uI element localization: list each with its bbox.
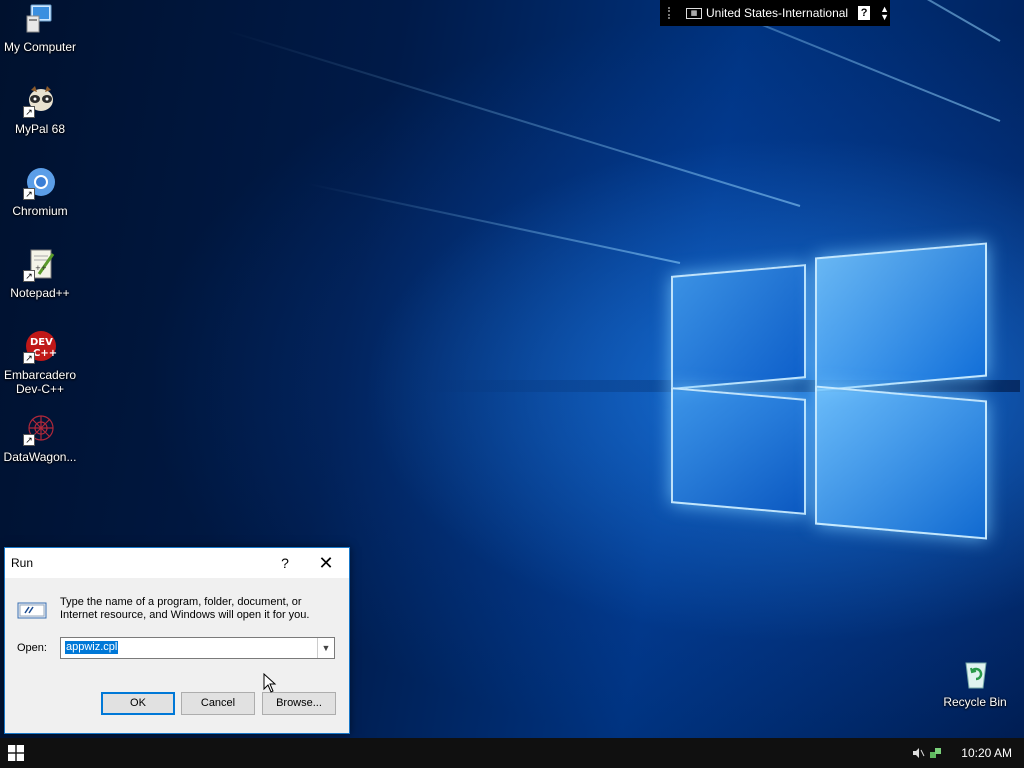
shortcut-arrow-icon: ↗ — [23, 434, 35, 446]
open-input-value[interactable]: appwiz.cpl — [65, 641, 119, 654]
shortcut-arrow-icon: ↗ — [23, 106, 35, 118]
light-beam — [225, 29, 801, 207]
dev-cpp-icon: DEV C++ ↗ — [23, 330, 57, 364]
desktop-icon-notepad-plus-plus[interactable]: ++ ↗ Notepad++ — [0, 248, 80, 300]
svg-text:DEV: DEV — [30, 337, 53, 348]
language-bar-options-icon[interactable]: ▲ ▼ — [880, 5, 889, 22]
desktop-icon-my-computer[interactable]: My Computer — [0, 2, 80, 54]
cancel-button[interactable]: Cancel — [181, 692, 255, 715]
desktop-icon-label: DataWagon... — [3, 450, 77, 464]
logo-pane-top-right — [815, 242, 987, 392]
run-icon — [17, 600, 49, 620]
run-dialog: Run ? ✕ Type the name of a program, fold… — [4, 547, 350, 734]
desktop-icon-label: Notepad++ — [10, 286, 70, 300]
help-icon[interactable]: ? — [858, 6, 871, 20]
mouse-cursor-icon — [263, 672, 277, 693]
desktop-icon-chromium[interactable]: ↗ Chromium — [0, 166, 80, 218]
run-dialog-titlebar[interactable]: Run ? ✕ — [5, 548, 349, 578]
start-button[interactable] — [0, 738, 32, 768]
volume-icon[interactable] — [911, 746, 925, 760]
desktop-icon-label: Chromium — [12, 204, 68, 218]
desktop-icon-datawagon[interactable]: ↗ DataWagon... — [0, 412, 80, 464]
keyboard-icon: ▦ — [686, 7, 702, 19]
open-combobox[interactable]: appwiz.cpl ▼ — [60, 637, 335, 659]
help-button[interactable]: ? — [271, 548, 299, 578]
system-tray: 10:20 AM — [911, 738, 1024, 768]
run-description: Type the name of a program, folder, docu… — [60, 596, 310, 621]
taskbar: 10:20 AM — [0, 738, 1024, 768]
svg-text:C++: C++ — [33, 348, 57, 359]
taskbar-clock[interactable]: 10:20 AM — [961, 746, 1012, 760]
close-button[interactable]: ✕ — [311, 548, 341, 578]
desktop-icon-recycle-bin[interactable]: Recycle Bin — [935, 657, 1015, 709]
language-bar-grip[interactable] — [668, 7, 676, 19]
shortcut-arrow-icon: ↗ — [23, 270, 35, 282]
network-icon[interactable] — [929, 746, 943, 760]
desktop-icon-label: My Computer — [3, 40, 77, 54]
computer-icon — [23, 2, 57, 36]
mypal-icon: ↗ — [23, 84, 57, 118]
language-bar[interactable]: ▦ United States-International ? ▲ ▼ — [660, 0, 890, 26]
logo-pane-top-left — [671, 264, 806, 390]
desktop-icon-dev-cpp[interactable]: DEV C++ ↗ Embarcadero Dev-C++ — [0, 330, 80, 396]
light-beam — [308, 183, 681, 264]
svg-text:++: ++ — [35, 264, 47, 272]
logo-pane-bottom-right — [815, 385, 987, 540]
run-dialog-title: Run — [11, 556, 34, 570]
windows-logo-icon — [8, 745, 24, 761]
chromium-icon: ↗ — [23, 166, 57, 200]
desktop-icon-label: Embarcadero Dev-C++ — [3, 368, 77, 396]
ok-button[interactable]: OK — [101, 692, 175, 715]
desktop-icon-label: Recycle Bin — [943, 695, 1007, 709]
notepad-plus-plus-icon: ++ ↗ — [23, 248, 57, 282]
logo-pane-bottom-left — [671, 387, 806, 515]
chevron-down-icon[interactable]: ▼ — [317, 638, 334, 658]
datawagon-icon: ↗ — [23, 412, 57, 446]
desktop-icon-label: MyPal 68 — [14, 122, 66, 136]
shortcut-arrow-icon: ↗ — [23, 188, 35, 200]
input-language[interactable]: United States-International — [706, 6, 848, 20]
shortcut-arrow-icon: ↗ — [23, 352, 35, 364]
browse-button[interactable]: Browse... — [262, 692, 336, 715]
open-label: Open: — [17, 642, 47, 654]
recycle-bin-icon — [958, 657, 992, 691]
desktop-icon-mypal[interactable]: ↗ MyPal 68 — [0, 84, 80, 136]
